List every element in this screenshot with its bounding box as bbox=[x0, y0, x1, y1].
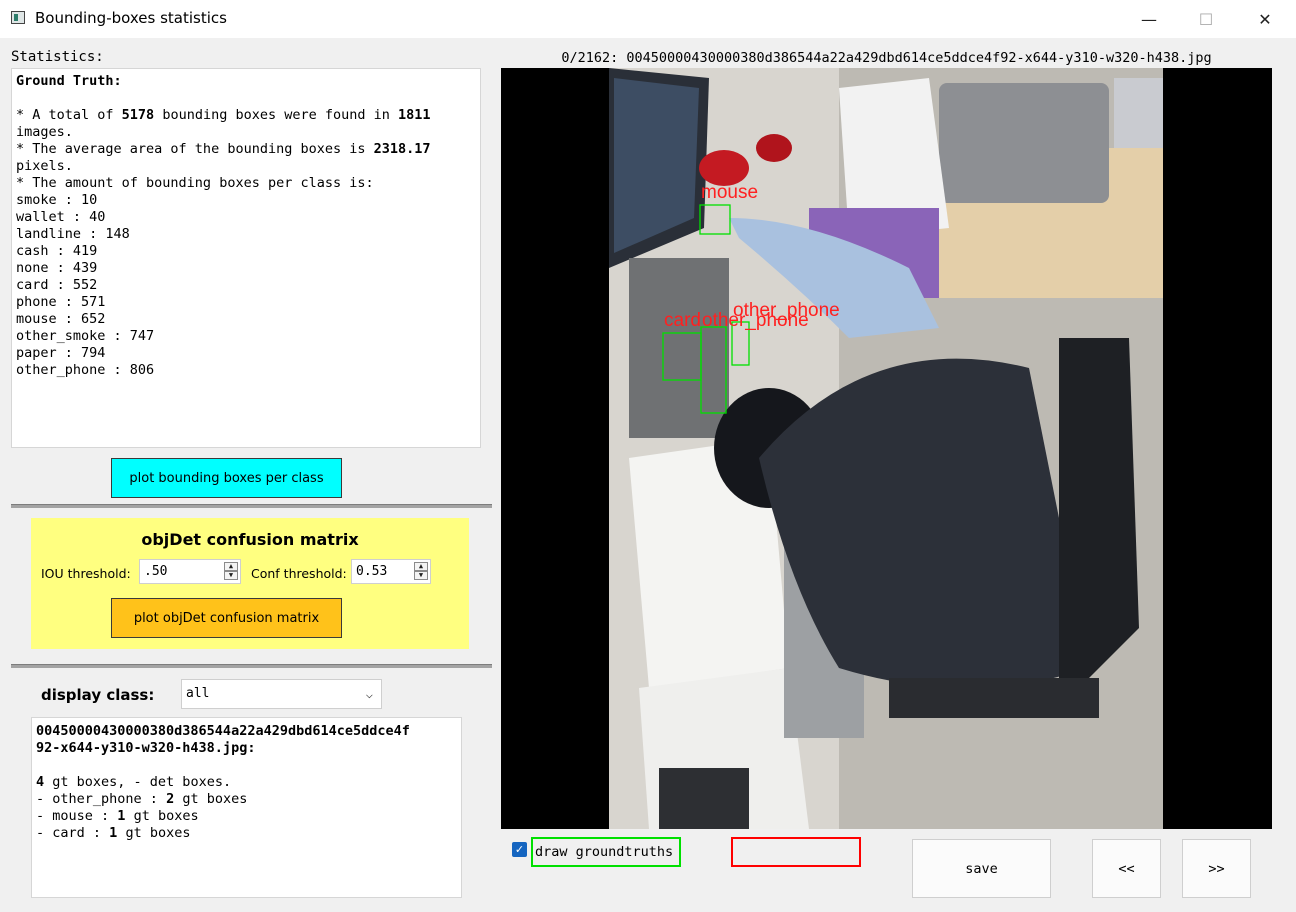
iou-threshold-value: .50 bbox=[144, 564, 168, 579]
detail-class-name: other_phone bbox=[52, 791, 142, 807]
checkmark-icon: ✓ bbox=[514, 843, 525, 856]
filename-line: 00450000430000380d386544a22a429dbd614ce5… bbox=[36, 723, 410, 739]
box-label-card: card bbox=[664, 310, 701, 331]
total-boxes-value: 5178 bbox=[121, 107, 155, 123]
class-count-line: paper : 794 bbox=[16, 345, 106, 361]
window-title: Bounding-boxes statistics bbox=[35, 9, 227, 27]
chevron-down-icon: ⌵ bbox=[365, 687, 373, 701]
maximize-button[interactable]: ☐ bbox=[1177, 0, 1235, 38]
plot-bounding-boxes-button[interactable]: plot bounding boxes per class bbox=[111, 458, 342, 498]
ground-truth-heading: Ground Truth: bbox=[16, 73, 122, 89]
class-count-line: phone : 571 bbox=[16, 294, 106, 310]
filename-line: 92-x644-y310-w320-h438.jpg: bbox=[36, 740, 256, 756]
class-count-line: none : 439 bbox=[16, 260, 98, 276]
minimize-button[interactable]: — bbox=[1120, 0, 1178, 38]
confusion-matrix-panel: objDet confusion matrix IOU threshold: .… bbox=[31, 518, 469, 649]
surveillance-photo: mouse card other_phone other_phone bbox=[609, 68, 1163, 829]
chair-seat bbox=[889, 678, 1099, 718]
splitter-handle[interactable] bbox=[11, 504, 492, 508]
close-button[interactable]: ✕ bbox=[1236, 0, 1294, 38]
gt-count-value: 4 bbox=[36, 774, 45, 790]
class-count-line: wallet : 40 bbox=[16, 209, 106, 225]
class-count-line: mouse : 652 bbox=[16, 311, 106, 327]
spin-down-icon[interactable]: ▼ bbox=[414, 571, 428, 580]
conf-threshold-label: Conf threshold: bbox=[251, 566, 347, 581]
spin-down-icon[interactable]: ▼ bbox=[224, 571, 238, 580]
red-stamp bbox=[699, 150, 749, 186]
detail-suffix: gt boxes bbox=[117, 825, 191, 841]
class-count-line: other_phone : 806 bbox=[16, 362, 155, 378]
detail-class-count: 2 bbox=[166, 791, 175, 807]
class-select-value: all bbox=[186, 686, 210, 701]
box-label-mouse: mouse bbox=[701, 182, 758, 203]
class-select[interactable]: all ⌵ bbox=[181, 679, 382, 709]
groundtruth-legend-box[interactable]: draw groundtruths bbox=[531, 837, 681, 867]
total-images-value: 1811 bbox=[398, 107, 431, 123]
conf-threshold-spinbox[interactable]: 0.53 ▲ ▼ bbox=[351, 559, 431, 584]
tray bbox=[629, 258, 729, 438]
conf-spin-arrows[interactable]: ▲ ▼ bbox=[414, 562, 428, 581]
cash-counter bbox=[939, 83, 1109, 203]
draw-groundtruths-checkbox[interactable]: ✓ bbox=[512, 842, 527, 857]
class-count-line: cash : 419 bbox=[16, 243, 98, 259]
spin-up-icon[interactable]: ▲ bbox=[224, 562, 238, 571]
previous-button[interactable]: << bbox=[1092, 839, 1161, 898]
photo-illustration: mouse card other_phone other_phone bbox=[609, 68, 1163, 829]
display-class-label: display class: bbox=[41, 686, 155, 704]
statistics-text[interactable]: Ground Truth: * A total of 5178 bounding… bbox=[11, 68, 481, 448]
title-bar: Bounding-boxes statistics — ☐ ✕ bbox=[0, 0, 1296, 38]
class-count-line: smoke : 10 bbox=[16, 192, 98, 208]
box-summary: gt boxes, - det boxes. bbox=[44, 774, 232, 790]
image-caption: 0/2162: 00450000430000380d386544a22a429d… bbox=[561, 50, 1212, 66]
detail-suffix: gt boxes bbox=[174, 791, 248, 807]
desk-phone bbox=[659, 768, 749, 829]
stats-line2-pre: * The average area of the bounding boxes… bbox=[16, 141, 374, 157]
image-details-text[interactable]: 00450000430000380d386544a22a429dbd614ce5… bbox=[31, 717, 462, 898]
save-button[interactable]: save bbox=[912, 839, 1051, 898]
splitter-handle[interactable] bbox=[11, 664, 492, 668]
plot-confusion-matrix-button[interactable]: plot objDet confusion matrix bbox=[111, 598, 342, 638]
detail-suffix: gt boxes bbox=[125, 808, 199, 824]
image-viewer: mouse card other_phone other_phone bbox=[501, 68, 1272, 829]
detection-legend-box bbox=[731, 837, 861, 867]
stats-line1-mid: bounding boxes were found in bbox=[154, 107, 399, 123]
class-count-line: other_smoke : 747 bbox=[16, 328, 155, 344]
next-button[interactable]: >> bbox=[1182, 839, 1251, 898]
iou-threshold-spinbox[interactable]: .50 ▲ ▼ bbox=[139, 559, 241, 584]
detail-class-name: card bbox=[52, 825, 85, 841]
confusion-matrix-title: objDet confusion matrix bbox=[141, 530, 359, 549]
stats-line1-post: images. bbox=[16, 124, 73, 140]
stats-line2-post: pixels. bbox=[16, 158, 73, 174]
app-icon bbox=[11, 11, 25, 24]
box-label-other-phone: other_phone bbox=[733, 300, 840, 321]
class-count-line: landline : 148 bbox=[16, 226, 130, 242]
iou-threshold-label: IOU threshold: bbox=[41, 566, 131, 581]
conf-threshold-value: 0.53 bbox=[356, 564, 388, 579]
iou-spin-arrows[interactable]: ▲ ▼ bbox=[224, 562, 238, 581]
detail-class-name: mouse bbox=[52, 808, 93, 824]
red-stamp bbox=[756, 134, 792, 162]
avg-area-value: 2318.17 bbox=[373, 141, 431, 157]
draw-groundtruths-label: draw groundtruths bbox=[535, 844, 674, 860]
spin-up-icon[interactable]: ▲ bbox=[414, 562, 428, 571]
stats-line3: * The amount of bounding boxes per class… bbox=[16, 175, 374, 191]
statistics-label: Statistics: bbox=[11, 49, 104, 65]
class-count-line: card : 552 bbox=[16, 277, 98, 293]
card-reader bbox=[1114, 78, 1163, 148]
stats-line1-pre: * A total of bbox=[16, 107, 122, 123]
